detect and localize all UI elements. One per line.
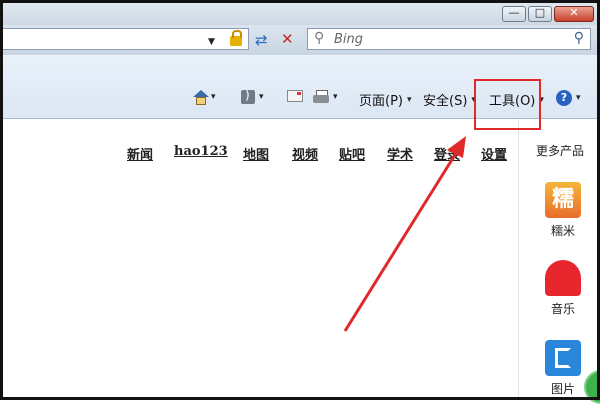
annotation-arrow bbox=[343, 136, 466, 332]
annotation-arrow-head bbox=[447, 136, 466, 158]
annotation-arrow-line bbox=[343, 149, 460, 332]
